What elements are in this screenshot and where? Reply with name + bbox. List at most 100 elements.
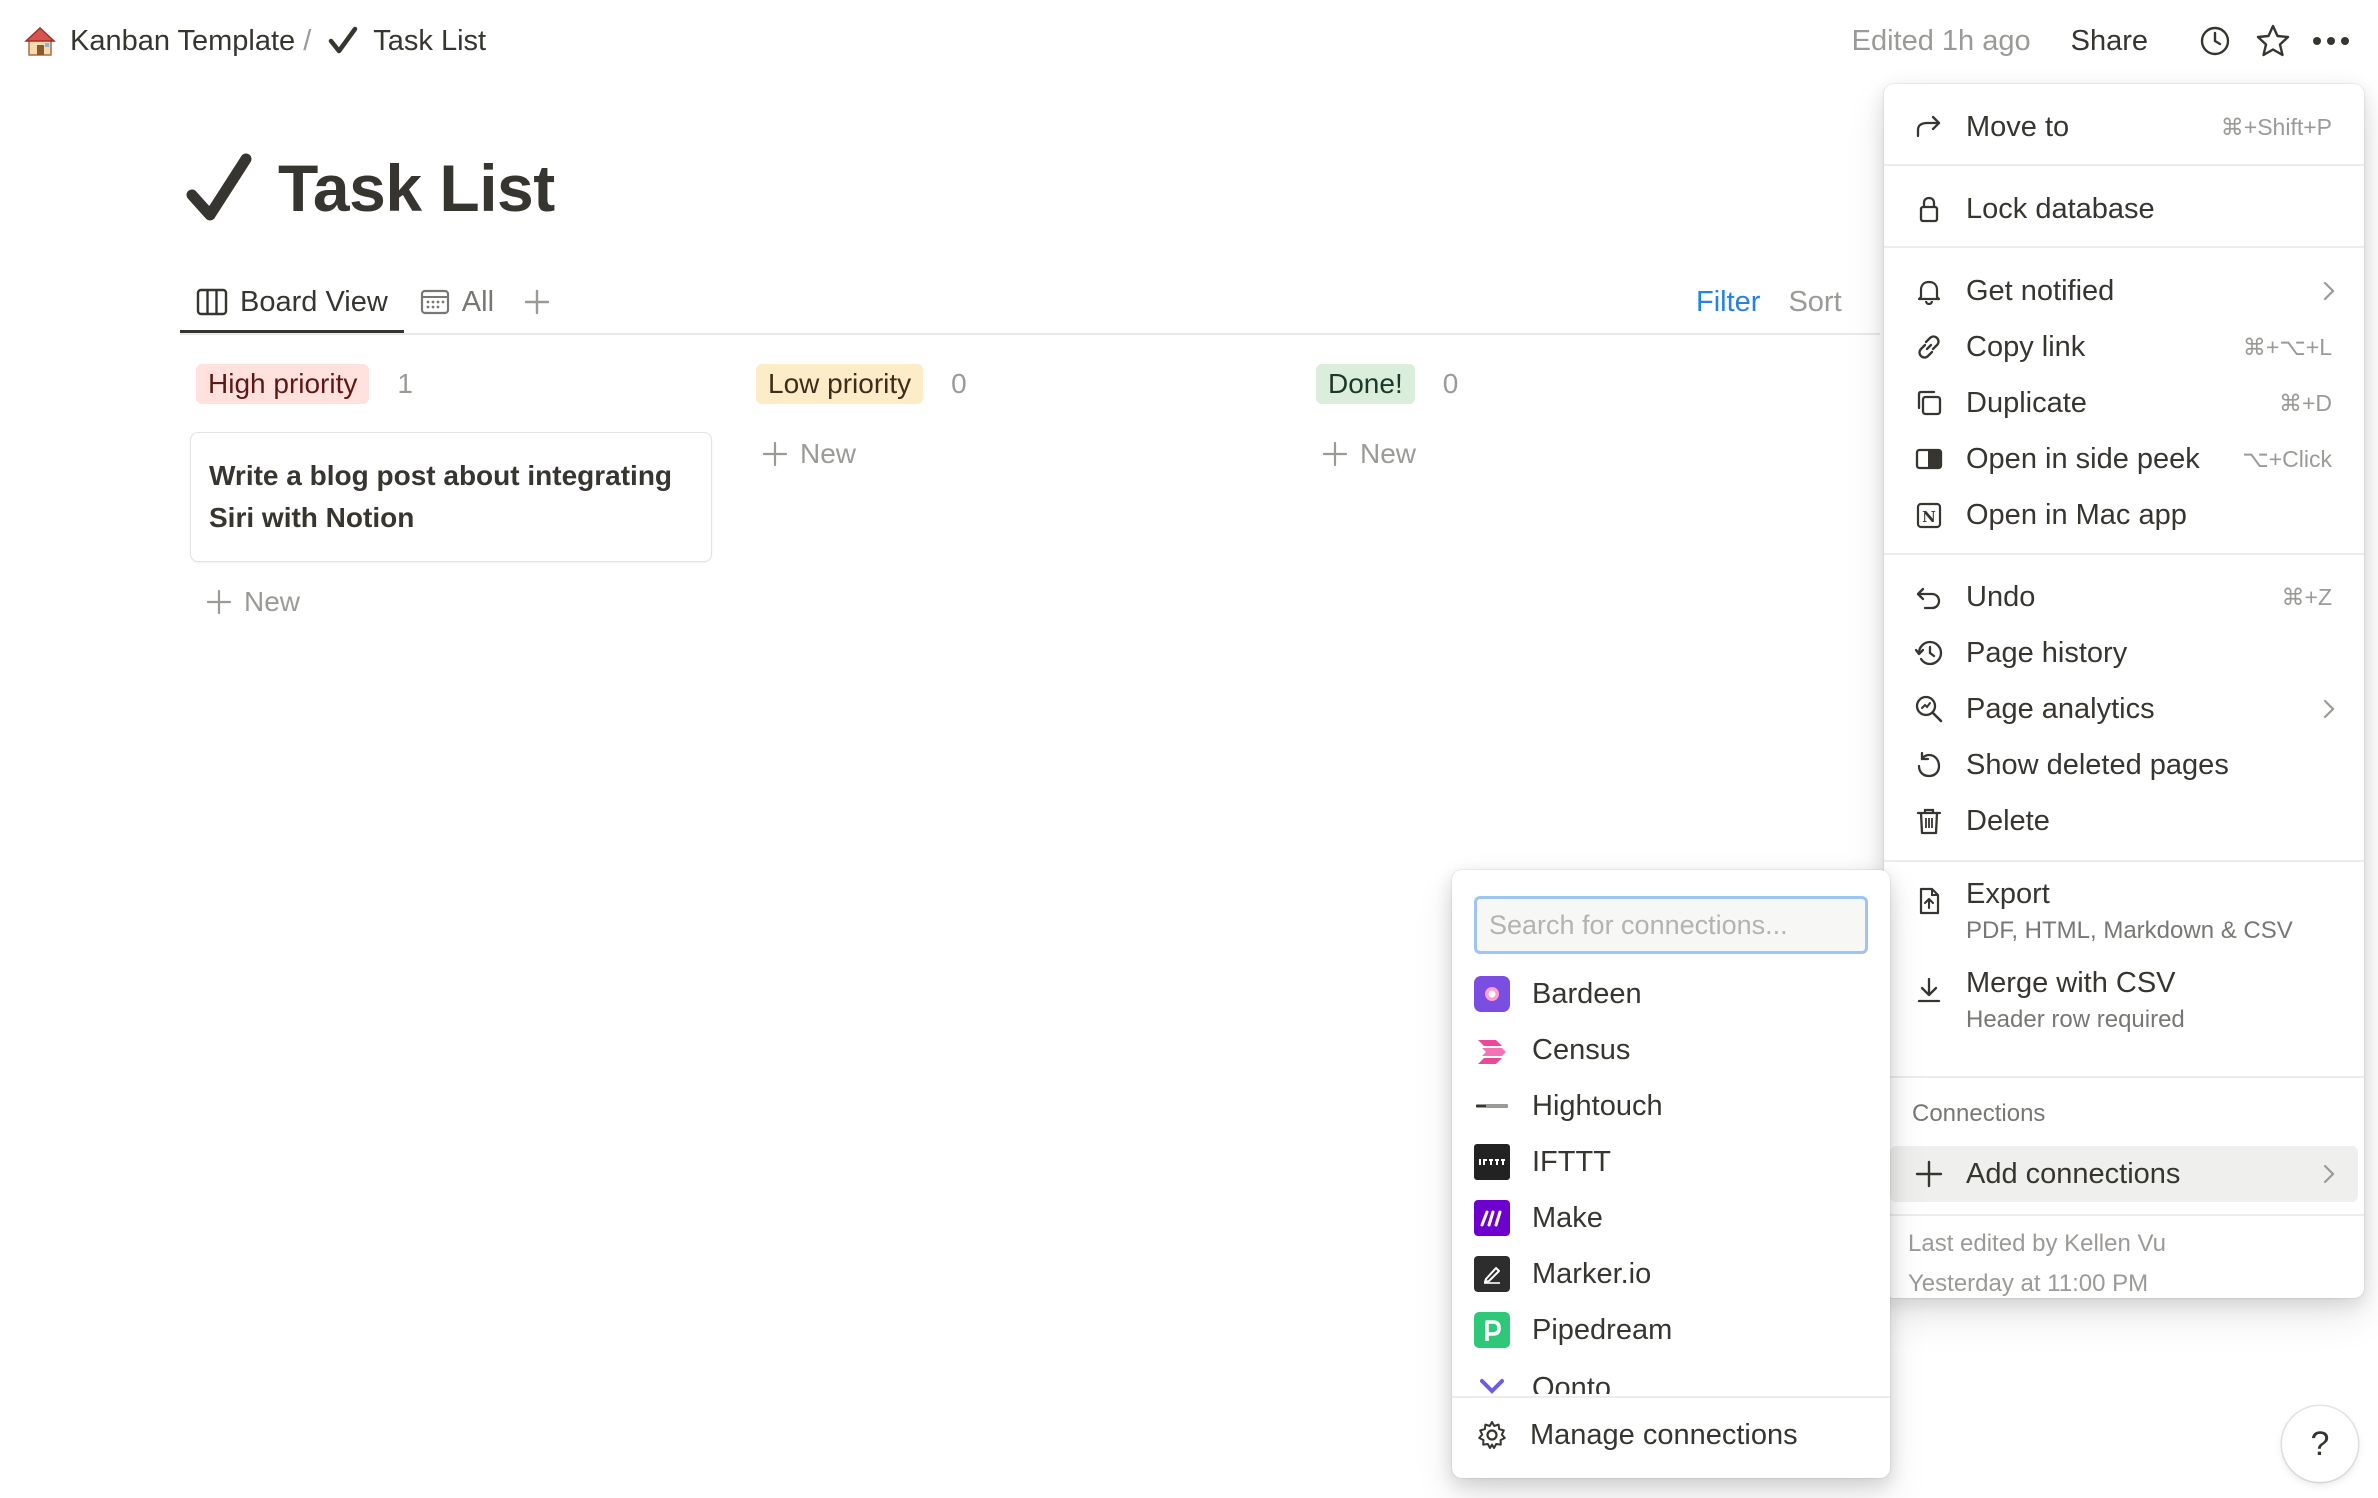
trash-icon <box>1912 804 1946 838</box>
connection-item-make[interactable]: Make <box>1460 1190 1882 1246</box>
menu-label: Export <box>1966 878 2050 910</box>
connection-item-ifttt[interactable]: IFTTT <box>1460 1134 1882 1190</box>
column-header[interactable]: Low priority 0 <box>756 360 967 408</box>
help-button[interactable]: ? <box>2282 1406 2358 1482</box>
bardeen-logo-icon <box>1474 976 1510 1012</box>
menu-item-page-history[interactable]: Page history <box>1890 625 2358 681</box>
more-icon[interactable] <box>2304 14 2358 68</box>
breadcrumb-item-task-list[interactable]: Task List <box>321 23 490 59</box>
qonto-logo-icon <box>1474 1372 1510 1394</box>
connection-item-hightouch[interactable]: Hightouch <box>1460 1078 1882 1134</box>
side-peek-icon <box>1912 442 1946 476</box>
menu-sublabel: PDF, HTML, Markdown & CSV <box>1966 917 2293 944</box>
restore-icon <box>1912 748 1946 782</box>
menu-label: Get notified <box>1966 274 2115 307</box>
plus-icon <box>1912 1157 1946 1191</box>
menu-divider <box>1884 246 2364 248</box>
column-count: 0 <box>1442 368 1459 399</box>
page-title[interactable]: Task List <box>278 150 555 226</box>
menu-item-page-analytics[interactable]: Page analytics <box>1890 681 2358 737</box>
chevron-right-icon <box>2322 1163 2336 1185</box>
menu-label: Undo <box>1966 580 2036 613</box>
connection-item-bardeen[interactable]: Bardeen <box>1460 966 1882 1022</box>
search-input[interactable] <box>1477 899 1865 951</box>
new-card-button[interactable]: New <box>196 578 712 626</box>
menu-label: Copy link <box>1966 330 2086 363</box>
star-icon[interactable] <box>2246 14 2300 68</box>
shortcut: ⌥+Click <box>2242 445 2332 472</box>
connection-label: Hightouch <box>1532 1089 1663 1122</box>
tab-label: Board View <box>240 285 388 318</box>
connection-label: IFTTT <box>1532 1145 1611 1178</box>
connection-item-marker-io[interactable]: Marker.io <box>1460 1246 1882 1302</box>
board-card[interactable]: Write a blog post about integrating Siri… <box>190 432 712 562</box>
top-bar: Kanban Template / Task List Edited 1h ag… <box>0 0 2378 82</box>
tab-all[interactable]: All <box>404 270 510 334</box>
clock-icon[interactable] <box>2188 14 2242 68</box>
checkmark-icon <box>325 23 361 59</box>
plus-icon <box>1322 441 1348 467</box>
connection-label: Qonto <box>1532 1372 1611 1394</box>
status-tag: Low priority <box>756 364 924 404</box>
tab-board-view[interactable]: Board View <box>180 270 404 334</box>
column-header[interactable]: Done! 0 <box>1316 360 1458 408</box>
shortcut: ⌘+Shift+P <box>2220 113 2332 140</box>
edited-timestamp: Edited 1h ago <box>1851 24 2031 57</box>
card-title: Write a blog post about integrating Siri… <box>209 460 673 533</box>
menu-item-undo[interactable]: Undo ⌘+Z <box>1890 569 2358 625</box>
menu-item-duplicate[interactable]: Duplicate ⌘+D <box>1890 375 2358 431</box>
filter-button[interactable]: Filter <box>1696 286 1760 319</box>
page-options-menu: Move to ⌘+Shift+P Lock database Get noti… <box>1884 84 2364 1298</box>
gear-icon <box>1474 1417 1510 1453</box>
marker-io-logo-icon <box>1474 1256 1510 1292</box>
menu-divider <box>1884 164 2364 166</box>
menu-label: Add connections <box>1966 1157 2181 1190</box>
shortcut: ⌘+D <box>2278 389 2332 416</box>
menu-item-get-notified[interactable]: Get notified <box>1890 263 2358 319</box>
menu-item-add-connections[interactable]: Add connections <box>1890 1146 2358 1202</box>
plus-icon <box>206 589 232 615</box>
shortcut: ⌘+Z <box>2281 583 2332 610</box>
analytics-icon <box>1912 692 1946 726</box>
menu-item-delete[interactable]: Delete <box>1890 793 2358 849</box>
new-card-button[interactable]: New <box>1312 430 1458 478</box>
breadcrumb-item-kanban-template[interactable]: Kanban Template <box>18 23 299 59</box>
manage-connections-button[interactable]: Manage connections <box>1460 1402 1882 1468</box>
add-view-button[interactable] <box>510 270 564 334</box>
census-logo-icon <box>1474 1032 1510 1068</box>
connection-item-census[interactable]: Census <box>1460 1022 1882 1078</box>
connection-label: Make <box>1532 1201 1603 1234</box>
link-icon <box>1912 330 1946 364</box>
tabs-divider <box>180 333 1880 335</box>
notion-app-icon: N <box>1912 498 1946 532</box>
board-icon <box>196 288 228 316</box>
menu-item-merge-csv[interactable]: Merge with CSV Header row required <box>1890 963 2358 1037</box>
manage-connections-label: Manage connections <box>1530 1418 1798 1451</box>
ifttt-logo-icon <box>1474 1144 1510 1180</box>
menu-item-open-side-peek[interactable]: Open in side peek ⌥+Click <box>1890 431 2358 487</box>
menu-item-show-deleted-pages[interactable]: Show deleted pages <box>1890 737 2358 793</box>
menu-label: Show deleted pages <box>1966 748 2229 781</box>
connection-item-qonto[interactable]: Qonto <box>1460 1358 1882 1394</box>
menu-item-lock-database[interactable]: Lock database <box>1890 181 2358 237</box>
menu-sublabel: Header row required <box>1966 1006 2185 1033</box>
menu-item-export[interactable]: Export PDF, HTML, Markdown & CSV <box>1890 874 2358 948</box>
sort-button[interactable]: Sort <box>1788 286 1841 319</box>
menu-label: Page analytics <box>1966 692 2155 725</box>
menu-item-copy-link[interactable]: Copy link ⌘+⌥+L <box>1890 319 2358 375</box>
breadcrumb: Kanban Template / Task List <box>18 18 490 64</box>
column-header[interactable]: High priority 1 <box>196 360 712 408</box>
top-actions: Edited 1h ago Share <box>1852 14 2358 68</box>
menu-label: Delete <box>1966 804 2050 837</box>
menu-item-move-to[interactable]: Move to ⌘+Shift+P <box>1890 99 2358 155</box>
move-arrow-icon <box>1912 110 1946 144</box>
new-card-button[interactable]: New <box>752 430 967 478</box>
menu-item-open-mac-app[interactable]: N Open in Mac app <box>1890 487 2358 543</box>
menu-label: Move to <box>1966 110 2070 143</box>
board-column-done: Done! 0 New <box>1316 360 1458 478</box>
share-button[interactable]: Share <box>2071 25 2148 58</box>
connection-item-pipedream[interactable]: Pipedream <box>1460 1302 1882 1358</box>
menu-divider <box>1884 860 2364 862</box>
export-file-icon <box>1912 884 1946 918</box>
board-column-high-priority: High priority 1 Write a blog post about … <box>190 360 712 626</box>
